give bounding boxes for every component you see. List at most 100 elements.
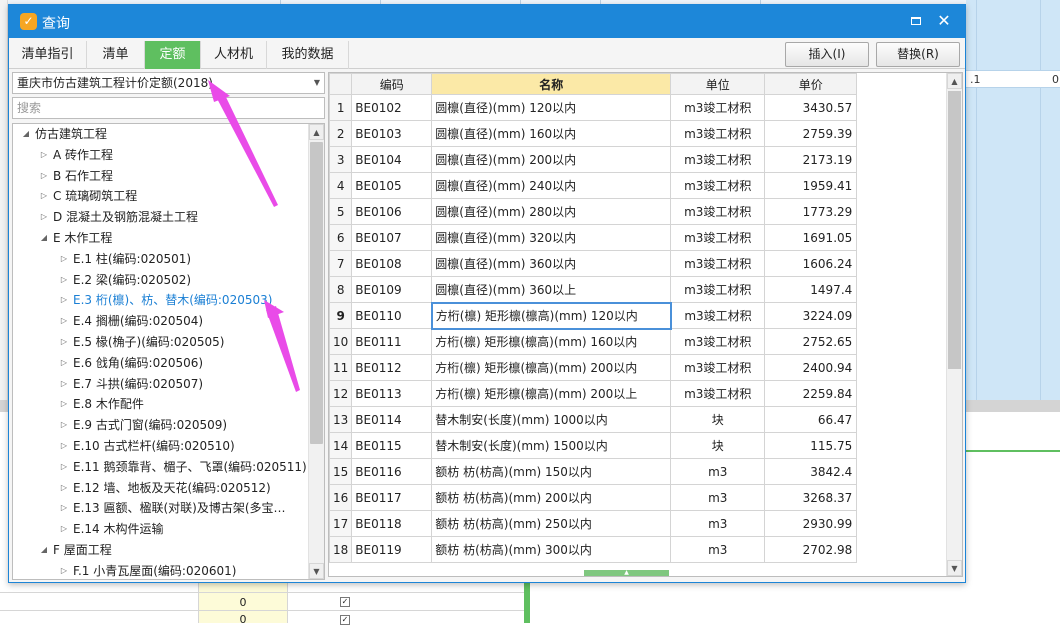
cell-name[interactable]: 替木制安(长度)(mm) 1000以内 [431,406,672,433]
tree-item[interactable]: ▷ E.2 梁(编码:020502) [13,270,308,291]
tab-bill[interactable]: 清单 [87,41,145,69]
scroll-down-icon[interactable]: ▼ [947,560,962,576]
background-checkbox[interactable]: ✓ [340,597,350,607]
quota-library-select[interactable]: 重庆市仿古建筑工程计价定额(2018) ▼ [12,72,325,94]
row-number[interactable]: 3 [329,146,353,173]
triangle-right-icon[interactable]: ▷ [59,332,69,353]
column-header-code[interactable]: 编码 [351,73,433,95]
table-row[interactable]: 8 BE0109 圆檩(直径)(mm) 360以上 m3竣工材积 1497.4 [329,276,858,303]
triangle-down-icon[interactable]: ◢ [39,540,49,561]
cell-name[interactable]: 方桁(檩) 矩形檩(檩高)(mm) 160以内 [431,328,672,355]
row-number[interactable]: 14 [329,432,353,459]
grid-scroll-thumb[interactable] [948,91,961,369]
triangle-right-icon[interactable]: ▷ [59,478,69,499]
tree-item[interactable]: ◢ F 屋面工程 [13,540,308,561]
row-number[interactable]: 15 [329,458,353,485]
tree-item[interactable]: ▷ E.14 木构件运输 [13,519,308,540]
cell-unit[interactable]: m3竣工材积 [670,146,766,173]
cell-code[interactable]: BE0119 [351,536,433,563]
cell-price[interactable]: 2752.65 [764,328,858,355]
triangle-right-icon[interactable]: ▷ [59,457,69,478]
table-row[interactable]: 11 BE0112 方桁(檩) 矩形檩(檩高)(mm) 200以内 m3竣工材积 240… [329,354,858,381]
cell-unit[interactable]: m3 [670,510,766,537]
collapse-handle[interactable]: ▲ [584,570,669,576]
tree-item-selected[interactable]: ▷ E.3 桁(檩)、枋、替木(编码:020503) [13,290,308,311]
cell-price[interactable]: 3268.37 [764,484,858,511]
cell-price[interactable]: 2400.94 [764,354,858,381]
table-row[interactable]: 12 BE0113 方桁(檩) 矩形檩(檩高)(mm) 200以上 m3竣工材积 225… [329,380,858,407]
triangle-right-icon[interactable]: ▷ [59,394,69,415]
table-row[interactable]: 15 BE0116 额枋 枋(枋高)(mm) 150以内 m3 3842.4 [329,458,858,485]
minimize-icon[interactable] [905,11,927,31]
cell-unit[interactable]: 块 [670,406,766,433]
tree-item[interactable]: ▷ E.12 墙、地板及天花(编码:020512) [13,478,308,499]
tree-item[interactable]: ◢ E 木作工程 [13,228,308,249]
triangle-right-icon[interactable]: ▷ [59,498,69,519]
row-number[interactable]: 8 [329,276,353,303]
cell-code[interactable]: BE0106 [351,198,433,225]
row-number[interactable]: 4 [329,172,353,199]
tree-item[interactable]: ▷ E.9 古式门窗(编码:020509) [13,415,308,436]
tree-item[interactable]: ▷ E.8 木作配件 [13,394,308,415]
row-number[interactable]: 13 [329,406,353,433]
table-row[interactable]: 2 BE0103 圆檩(直径)(mm) 160以内 m3竣工材积 2759.39 [329,120,858,147]
cell-code[interactable]: BE0113 [351,380,433,407]
tree-item[interactable]: ▷ E.7 斗拱(编码:020507) [13,374,308,395]
cell-code[interactable]: BE0107 [351,224,433,251]
triangle-right-icon[interactable]: ▷ [59,270,69,291]
cell-code[interactable]: BE0115 [351,432,433,459]
scroll-up-icon[interactable]: ▲ [947,73,962,89]
row-number[interactable]: 1 [329,94,353,121]
table-row[interactable]: 13 BE0114 替木制安(长度)(mm) 1000以内块 66.47 [329,406,858,433]
triangle-down-icon[interactable]: ◢ [21,124,31,145]
column-header-unit[interactable]: 单位 [670,73,766,95]
triangle-down-icon[interactable]: ◢ [39,228,49,249]
cell-price[interactable]: 1691.05 [764,224,858,251]
cell-price[interactable]: 2759.39 [764,120,858,147]
cell-name[interactable]: 替木制安(长度)(mm) 1500以内 [431,432,672,459]
column-header-name[interactable]: 名称 [431,73,672,95]
cell-name[interactable]: 额枋 枋(枋高)(mm) 300以内 [431,536,672,563]
row-number[interactable]: 18 [329,536,353,563]
row-number[interactable]: 16 [329,484,353,511]
row-number[interactable]: 11 [329,354,353,381]
cell-name[interactable]: 圆檩(直径)(mm) 200以内 [431,146,672,173]
tree-item[interactable]: ▷ D 混凝土及钢筋混凝土工程 [13,207,308,228]
tree-scrollbar[interactable]: ▲ ▼ [308,124,324,579]
cell-unit[interactable]: m3竣工材积 [670,250,766,277]
cell-unit[interactable]: m3竣工材积 [670,94,766,121]
cell-price[interactable]: 2259.84 [764,380,858,407]
cell-price[interactable]: 2173.19 [764,146,858,173]
cell-code[interactable]: BE0110 [351,302,433,329]
tree-item[interactable]: ▷ E.4 搁栅(编码:020504) [13,311,308,332]
row-number[interactable]: 6 [329,224,353,251]
cell-unit[interactable]: m3竣工材积 [670,198,766,225]
row-number[interactable]: 7 [329,250,353,277]
triangle-right-icon[interactable]: ▷ [59,290,69,311]
cell-unit[interactable]: m3 [670,484,766,511]
cell-price[interactable]: 115.75 [764,432,858,459]
triangle-right-icon[interactable]: ▷ [59,374,69,395]
row-number[interactable]: 2 [329,120,353,147]
table-row[interactable]: 3 BE0104 圆檩(直径)(mm) 200以内 m3竣工材积 2173.19 [329,146,858,173]
column-header-price[interactable]: 单价 [764,73,858,95]
cell-unit[interactable]: m3竣工材积 [670,276,766,303]
cell-code[interactable]: BE0108 [351,250,433,277]
triangle-right-icon[interactable]: ▷ [59,353,69,374]
cell-unit[interactable]: m3竣工材积 [670,328,766,355]
cell-price[interactable]: 3224.09 [764,302,858,329]
triangle-right-icon[interactable]: ▷ [39,186,49,207]
tab-labor-material-machine[interactable]: 人材机 [201,41,267,69]
cell-name[interactable]: 圆檩(直径)(mm) 160以内 [431,120,672,147]
cell-name[interactable]: 圆檩(直径)(mm) 120以内 [431,94,672,121]
cell-unit[interactable]: m3竣工材积 [670,354,766,381]
cell-name[interactable]: 圆檩(直径)(mm) 280以内 [431,198,672,225]
table-row[interactable]: 10 BE0111 方桁(檩) 矩形檩(檩高)(mm) 160以内 m3竣工材积 275… [329,328,858,355]
cell-name[interactable]: 额枋 枋(枋高)(mm) 150以内 [431,458,672,485]
background-checkbox[interactable]: ✓ [340,615,350,625]
tree-item[interactable]: ▷ F.1 小青瓦屋面(编码:020601) [13,561,308,579]
cell-name[interactable]: 额枋 枋(枋高)(mm) 250以内 [431,510,672,537]
table-row[interactable]: 14 BE0115 替木制安(长度)(mm) 1500以内块 115.75 [329,432,858,459]
tree-scroll-thumb[interactable] [310,142,323,444]
cell-unit[interactable]: m3 [670,536,766,563]
